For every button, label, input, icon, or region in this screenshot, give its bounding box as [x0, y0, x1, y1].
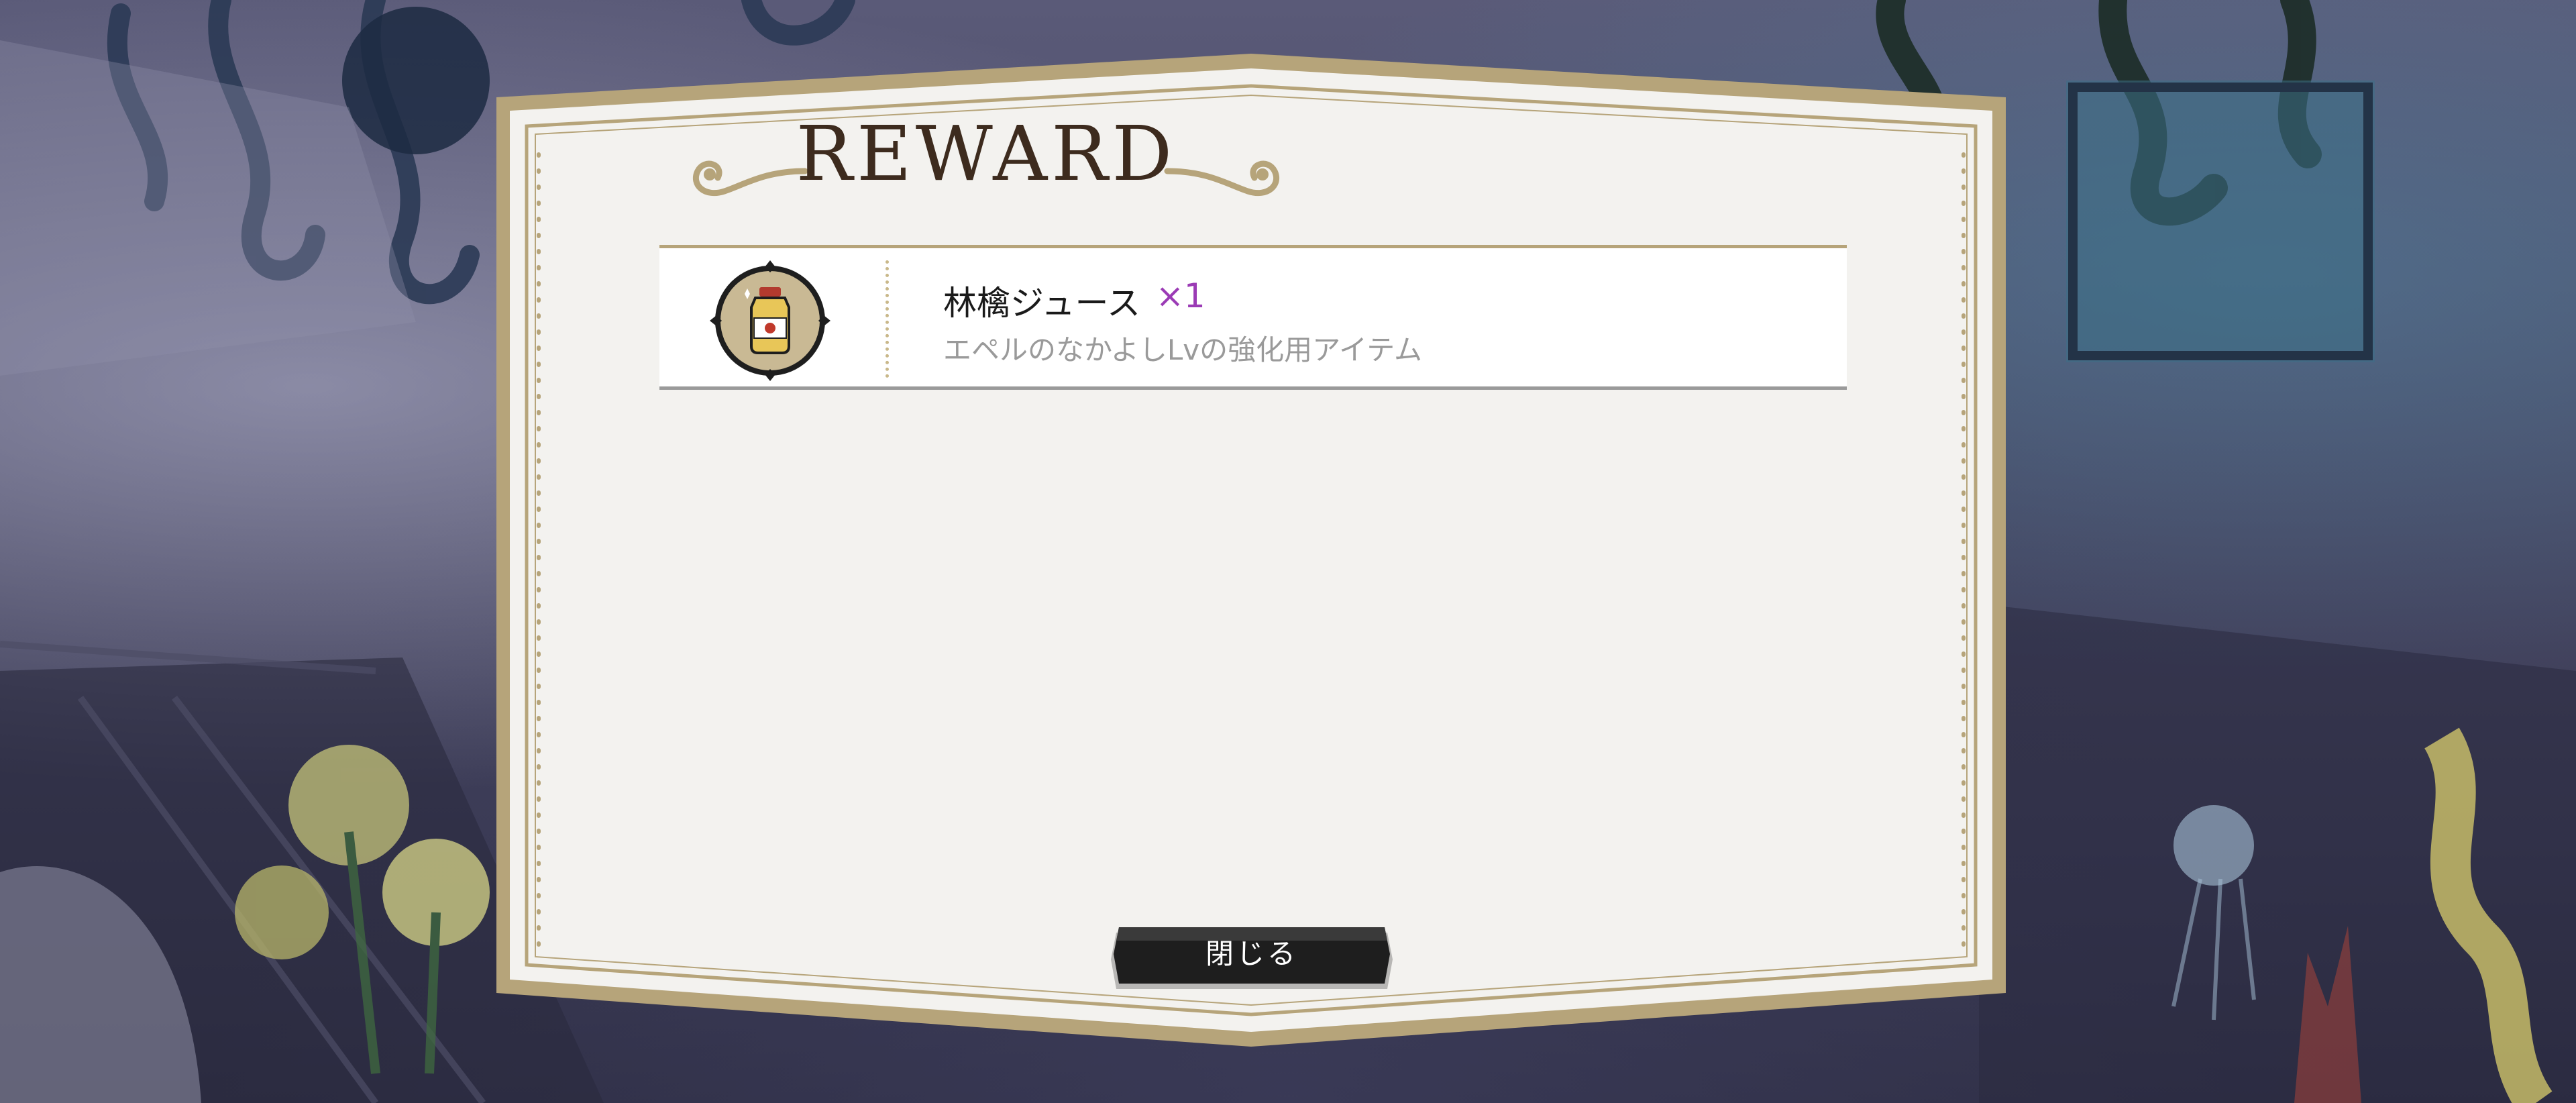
reward-item-quantity: ×1 [1156, 276, 1205, 315]
right-flourish-icon [1164, 160, 1280, 197]
apple-juice-bottle-icon [710, 260, 830, 381]
reward-title-block: REWARD [684, 97, 1288, 225]
game-screen: REWARD 林檎ジュース ×1 エペルのなかよしLvの強化用アイテム 閉じる [0, 0, 2576, 1103]
close-button-label: 閉じる [1205, 937, 1298, 970]
close-button[interactable]: 閉じる [1111, 925, 1393, 989]
row-divider [885, 260, 889, 378]
reward-item-row: 林檎ジュース ×1 エペルのなかよしLvの強化用アイテム [659, 245, 1847, 390]
reward-item-name: 林檎ジュース [943, 284, 1140, 323]
reward-item-description: エペルのなかよしLvの強化用アイテム [943, 333, 1422, 366]
